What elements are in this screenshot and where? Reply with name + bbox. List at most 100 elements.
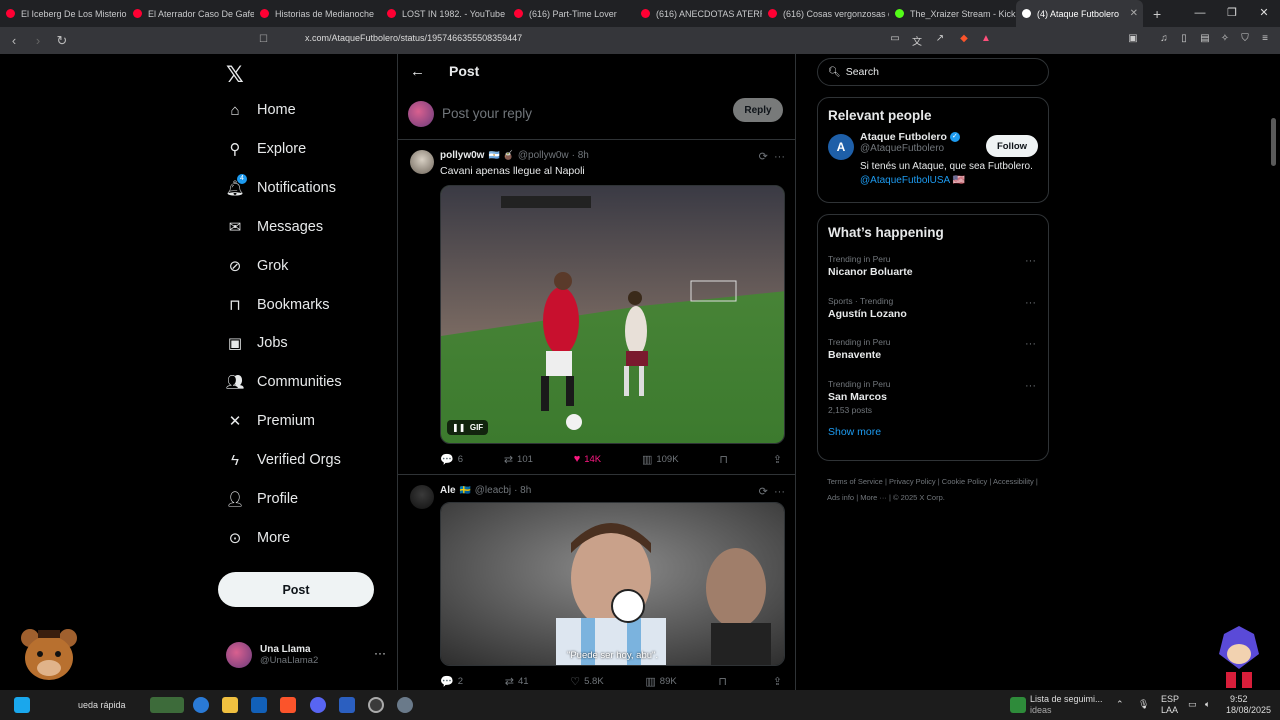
browser-tab[interactable]: El Aterrador Caso De Gafe [127, 0, 254, 27]
close-icon[interactable]: ✕ [1248, 0, 1280, 27]
browser-tab[interactable]: The_Xraizer Stream - Kick [889, 0, 1016, 27]
music-icon[interactable]: ♫ [1158, 33, 1170, 45]
brave-rewards-icon[interactable]: ▲ [980, 33, 992, 45]
clock-time[interactable]: 9:52 [1230, 694, 1248, 704]
share-icon[interactable]: ↗ [934, 33, 946, 45]
reply-button[interactable]: Reply [733, 98, 783, 122]
repost-action[interactable]: ⇄ 41 [505, 675, 529, 688]
leo-icon[interactable]: ✧ [1219, 33, 1231, 45]
avatar[interactable] [410, 485, 434, 509]
post-button[interactable]: Post [218, 572, 374, 607]
edge-icon[interactable] [193, 697, 209, 713]
pause-icon[interactable]: ❚❚ [452, 423, 465, 432]
tweet-author-handle[interactable]: @pollyw0w [518, 150, 569, 161]
footer-link[interactable]: Privacy Policy [889, 477, 936, 486]
obs-icon[interactable] [368, 697, 384, 713]
trend-item[interactable]: Trending in Peru Benavente ··· [818, 333, 1048, 375]
trend-item[interactable]: Trending in Peru Nicanor Boluarte ··· [818, 250, 1048, 292]
nav-item-explore[interactable]: ⚲ Explore [226, 140, 307, 158]
like-action[interactable]: ♡ 5.8K [570, 675, 603, 688]
follow-button[interactable]: Follow [986, 135, 1038, 157]
stocks-icon[interactable] [1010, 697, 1026, 713]
vpn-icon[interactable]: ⛉ [1239, 33, 1251, 45]
trend-more-icon[interactable]: ··· [1025, 255, 1036, 267]
share-action[interactable]: ⇪ [773, 453, 786, 466]
nav-item-messages[interactable]: ✉ Messages [226, 218, 323, 236]
cast-icon[interactable]: ▭ [889, 33, 901, 45]
nav-item-verified-orgs[interactable]: ϟ Verified Orgs [226, 451, 341, 469]
brave-shield-icon[interactable]: ◆ [958, 33, 970, 45]
settings-icon[interactable] [397, 697, 413, 713]
bookmark-action[interactable]: ⊓ [719, 453, 732, 466]
browser-tab[interactable]: (616) Part-Time Lover [508, 0, 635, 27]
bookmark-action[interactable]: ⊓ [718, 675, 731, 688]
trend-more-icon[interactable]: ··· [1025, 380, 1036, 392]
trend-item[interactable]: Trending in Peru San Marcos 2,153 posts ··· [818, 375, 1048, 417]
microphone-icon[interactable]: 🎙︎ [1138, 699, 1149, 710]
wallet-icon[interactable]: ▤ [1199, 33, 1211, 45]
chevron-up-icon[interactable]: ⌃ [1116, 699, 1124, 710]
x-logo-icon[interactable]: 𝕏 [226, 62, 244, 88]
tweet-media-video[interactable]: "Puede ser hoy, abu". [440, 502, 785, 666]
app-icon[interactable] [339, 697, 355, 713]
nav-item-premium[interactable]: ✕ Premium [226, 412, 315, 430]
browser-tab[interactable]: LOST IN 1982. - YouTube [381, 0, 508, 27]
footer-link[interactable]: More ··· [860, 493, 887, 502]
views-action[interactable]: ▥ 89K [645, 675, 676, 688]
back-arrow-icon[interactable]: ← [410, 63, 425, 80]
footer-link[interactable]: Cookie Policy [942, 477, 987, 486]
like-action[interactable]: ♥ 14K [574, 453, 601, 465]
url-field[interactable]: x.com/AtaqueFutbolero/status/19574663555… [305, 33, 522, 43]
nav-item-more[interactable]: ⊙ More [226, 529, 290, 547]
volume-icon[interactable]: 🔈︎ [1205, 699, 1210, 710]
tweet-author-name[interactable]: pollyw0w [440, 150, 484, 161]
browser-tab[interactable]: El Iceberg De Los Misterio [0, 0, 127, 27]
restore-icon[interactable]: ❐ [1216, 0, 1248, 27]
tweet[interactable]: Ale 🇸🇪 @leacbj · 8h ⟳ ··· "Puede ser hoy… [398, 475, 795, 690]
trend-more-icon[interactable]: ··· [1025, 297, 1036, 309]
avatar[interactable] [410, 150, 434, 174]
share-action[interactable]: ⇪ [773, 675, 786, 688]
tab-close-icon[interactable]: ✕ [1130, 8, 1138, 19]
file-explorer-icon[interactable] [222, 697, 238, 713]
nav-item-grok[interactable]: ⊘ Grok [226, 257, 289, 275]
tweet-author-name[interactable]: Ale [440, 485, 456, 496]
reply-action[interactable]: 💬 6 [440, 453, 463, 466]
footer-link[interactable]: © 2025 X Corp. [893, 493, 945, 502]
nav-item-notifications[interactable]: 🔔︎ 4 Notifications [225, 173, 336, 197]
footer-link[interactable]: Accessibility [993, 477, 1034, 486]
reply-action[interactable]: 💬 2 [440, 675, 463, 688]
trend-item[interactable]: Sports · Trending Agustín Lozano ··· [818, 292, 1048, 334]
discord-icon[interactable] [310, 697, 326, 713]
reply-input[interactable]: Post your reply [442, 106, 532, 121]
nav-item-profile[interactable]: 👤︎ Profile [225, 490, 298, 508]
back-icon[interactable]: ‹ [4, 33, 24, 48]
screenshot-icon[interactable]: ▣ [1127, 33, 1139, 45]
nav-item-bookmarks[interactable]: ⊓ Bookmarks [226, 296, 329, 314]
brave-icon[interactable] [280, 697, 296, 713]
menu-icon[interactable]: ≡ [1259, 33, 1271, 45]
taskbar-search[interactable]: ueda rápida [78, 700, 126, 710]
repost-action[interactable]: ⇄ 101 [504, 453, 533, 466]
nav-item-communities[interactable]: 👥︎ Communities [225, 373, 341, 391]
forward-icon[interactable]: › [28, 33, 48, 48]
browser-tab[interactable]: Historias de Medianoche [254, 0, 381, 27]
nav-item-home[interactable]: ⌂ Home [226, 101, 295, 119]
tweet-time[interactable]: · 8h [572, 150, 589, 161]
reload-icon[interactable]: ↻ [52, 33, 72, 49]
tweet[interactable]: pollyw0w 🇦🇷 🧉 @pollyw0w · 8h ⟳ ··· Cavan… [398, 140, 795, 475]
browser-tab[interactable]: (4) Ataque Futbolero ✕ [1016, 0, 1143, 27]
relevant-person[interactable]: A Ataque Futbolero ✓ @AtaqueFutbolero Si … [818, 123, 1048, 196]
footer-link[interactable]: Terms of Service [827, 477, 883, 486]
tweet-more-icon[interactable]: ⟳ ··· [759, 485, 785, 498]
account-switcher[interactable]: Una Llama @UnaLlama2 ··· [226, 642, 386, 668]
show-more-link[interactable]: Show more [818, 416, 1048, 450]
network-icon[interactable]: ▭ [1188, 699, 1197, 710]
more-icon[interactable]: ··· [374, 646, 386, 660]
translate-icon[interactable]: 文 [911, 33, 923, 48]
tweet-author-handle[interactable]: @leacbj [475, 485, 511, 496]
outlook-icon[interactable] [251, 697, 267, 713]
footer-link[interactable]: Ads info [827, 493, 854, 502]
views-action[interactable]: ▥ 109K [642, 453, 679, 466]
browser-tab[interactable]: (616) ANECDOTAS ATERR [635, 0, 762, 27]
